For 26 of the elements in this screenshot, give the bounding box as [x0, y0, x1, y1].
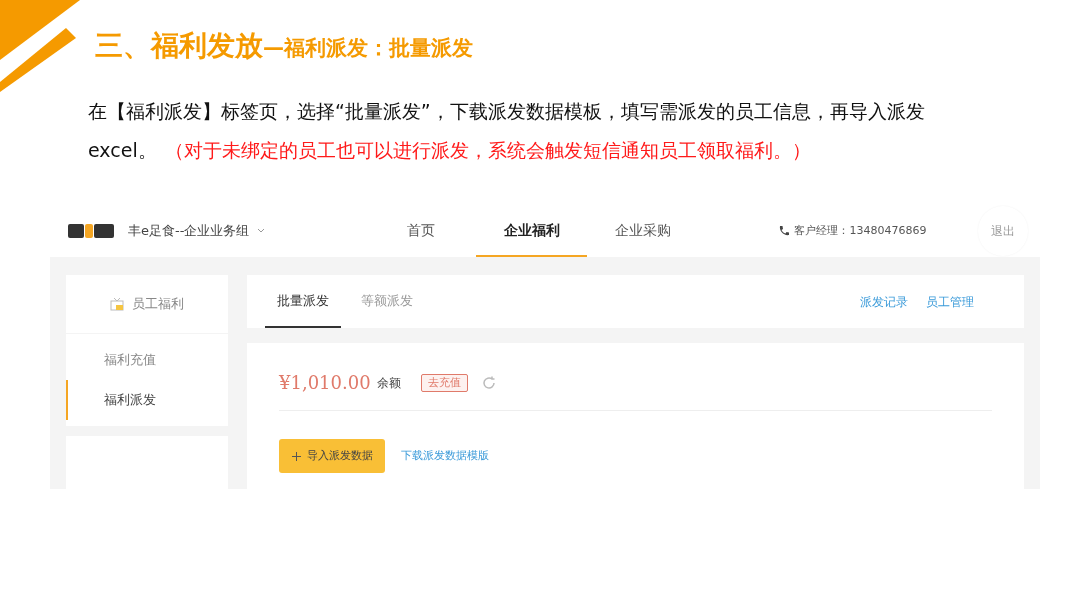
- header-link[interactable]: 员工管理: [926, 292, 974, 311]
- note-text: （对于未绑定的员工也可以进行派发，系统会触发短信通知员工领取福利。）: [164, 138, 811, 163]
- slide-title: 三、福利发放: [95, 28, 263, 64]
- chevron-down-icon[interactable]: [257, 228, 266, 234]
- nav-tab[interactable]: 企业采购: [587, 205, 699, 257]
- slide-subtitle: —福利派发：批量派发: [263, 35, 473, 62]
- balance-label: 余额: [376, 374, 401, 392]
- gift-box-icon: [110, 297, 124, 311]
- logo-icon: [68, 224, 114, 238]
- refresh-icon[interactable]: [480, 374, 497, 391]
- nav-tab[interactable]: 企业福利: [476, 205, 588, 257]
- plus-icon: [291, 451, 301, 461]
- header-link[interactable]: 派发记录: [860, 292, 908, 311]
- balance-amount: ¥1,010.00: [279, 371, 371, 395]
- phone-icon: [778, 225, 791, 237]
- nav-tab[interactable]: 首页: [365, 205, 477, 257]
- tab[interactable]: 批量派发: [265, 275, 341, 328]
- sidebar-item[interactable]: 福利派发: [66, 380, 228, 420]
- company-name[interactable]: 丰e足食--企业业务组: [128, 221, 250, 241]
- sidebar-item[interactable]: 福利充值: [66, 340, 228, 380]
- download-template-link[interactable]: 下载派发数据模版: [401, 447, 489, 465]
- import-data-button[interactable]: 导入派发数据: [279, 439, 385, 473]
- account-manager-text: 客户经理：13480476869: [794, 222, 927, 239]
- sidebar-heading: 员工福利: [132, 295, 184, 314]
- intro-text: excel。: [88, 138, 157, 163]
- intro-text: 在【福利派发】标签页，选择“批量派发”，下载派发数据模板，填写需派发的员工信息，再导入派发: [88, 99, 925, 124]
